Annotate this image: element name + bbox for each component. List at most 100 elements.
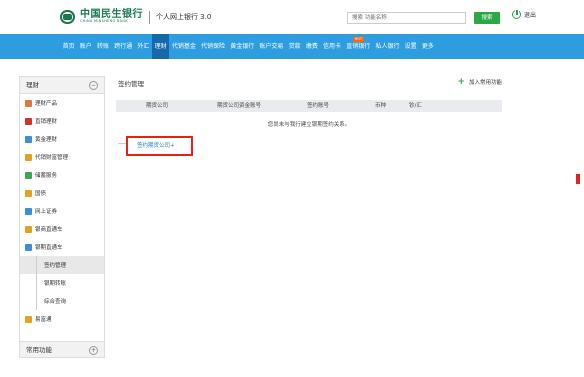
sidebar-item[interactable]: 银商直通车: [20, 220, 104, 238]
favorites-label: 常用功能: [26, 346, 52, 354]
sidebar-item-label: 银商直通车: [35, 227, 63, 233]
nav-item[interactable]: 首页: [60, 34, 77, 59]
logo-divider: [149, 10, 150, 24]
nav-item-label: 理财: [154, 43, 167, 50]
sidebar-footer[interactable]: 常用功能 +: [20, 341, 104, 357]
nav-item[interactable]: 账户交易: [257, 34, 286, 59]
column-header: 签约账号: [307, 103, 330, 109]
nav-item[interactable]: 私人银行: [373, 34, 402, 59]
book-icon: [25, 171, 32, 179]
nav-item-label: 账户: [79, 43, 92, 50]
sidebar-item-label: 易富通: [35, 317, 52, 323]
nav-item[interactable]: 代销保险: [198, 34, 227, 59]
logo-mark-icon: [58, 10, 77, 24]
nav-item[interactable]: 设置: [402, 34, 419, 59]
bar-chart-icon: [25, 135, 32, 143]
collapse-icon[interactable]: −: [89, 81, 98, 90]
column-header: 币种: [375, 103, 387, 109]
red-marker: [576, 174, 580, 184]
nav-item[interactable]: 更多: [419, 34, 436, 59]
column-header: 期货公司资金账号: [217, 103, 262, 109]
nav-item[interactable]: 理财: [152, 34, 170, 59]
plus-icon: +: [457, 77, 465, 87]
logout-button[interactable]: 退出: [512, 8, 537, 19]
sidebar-item[interactable]: 直销理财: [20, 112, 104, 130]
sidebar-item[interactable]: 国债: [20, 184, 104, 202]
section-title: 签约管理: [118, 80, 144, 88]
nav-item[interactable]: 外汇: [135, 34, 152, 59]
sidebar-header[interactable]: 理财 −: [20, 77, 104, 94]
nav-item-label: 私人银行: [375, 43, 400, 50]
nav-item-label: 代销保险: [201, 43, 226, 50]
sidebar-item-label: 直销理财: [35, 119, 58, 125]
table-header: 期货公司 期货公司资金账号 签约账号 币种 钞/汇: [116, 100, 502, 112]
nav-item[interactable]: 直销银行 HOT: [344, 34, 373, 59]
sidebar-subitem[interactable]: 银期转账: [20, 274, 104, 292]
nav-item-label: 首页: [62, 43, 75, 50]
nav-item-label: 信用卡: [323, 43, 342, 50]
sidebar-item[interactable]: 储蓄服务: [20, 166, 104, 184]
nav-item[interactable]: 代销基金: [169, 34, 198, 59]
money-icon: [25, 315, 32, 323]
sidebar-item-label: 网上证券: [35, 209, 58, 215]
search-button[interactable]: 搜索: [474, 12, 500, 24]
nav-item[interactable]: 缴费: [303, 34, 320, 59]
nav-item-label: 跨行通: [114, 43, 133, 50]
sidebar-subitem-label: 签约管理: [44, 263, 67, 269]
sidebar-item-label: 储蓄服务: [35, 173, 58, 179]
column-header: 钞/汇: [409, 103, 422, 109]
nav-item-label: 设置: [404, 43, 417, 50]
sidebar-item-label: 银期直通车: [35, 245, 63, 251]
sidebar-item[interactable]: 银期直通车: [20, 238, 104, 256]
nav-item-label: 外汇: [137, 43, 150, 50]
car-icon: [25, 225, 32, 233]
search-input[interactable]: 搜索 功能名称: [347, 12, 466, 24]
expand-icon[interactable]: +: [89, 346, 98, 355]
coins-icon: [25, 153, 32, 161]
divider: [118, 143, 126, 144]
sidebar-item[interactable]: 黄金理财: [20, 130, 104, 148]
main-content: 签约管理 + 加入常用功能 期货公司 期货公司资金账号 签约账号 币种 钞/汇 …: [112, 76, 506, 358]
nav-item-label: 直销银行: [346, 43, 371, 50]
page-title: 个人网上银行 3.0: [156, 13, 212, 21]
nav-item[interactable]: 跨行通: [112, 34, 135, 59]
hot-badge: HOT: [352, 37, 365, 42]
sidebar-item-label: 黄金理财: [35, 137, 58, 143]
nav-item-label: 黄金银行: [230, 43, 255, 50]
sidebar-subitem[interactable]: 综合查询: [20, 292, 104, 310]
add-favorite-label: 加入常用功能: [468, 80, 502, 86]
nav-item-label: 转账: [97, 43, 110, 50]
logout-label: 退出: [524, 12, 537, 19]
sidebar-item[interactable]: 网上证券: [20, 202, 104, 220]
securities-icon: [25, 207, 32, 215]
nav-item-label: 贷款: [288, 43, 301, 50]
nav-item[interactable]: 转账: [94, 34, 111, 59]
sign-futures-company-button[interactable]: 签约期货公司+: [126, 136, 193, 156]
nav-item[interactable]: 贷款: [286, 34, 303, 59]
sidebar-item[interactable]: 易富通: [20, 310, 104, 328]
car-icon: [25, 243, 32, 251]
nav-item[interactable]: 黄金银行: [228, 34, 257, 59]
nav-item-label: 账户交易: [259, 43, 284, 50]
nav-item[interactable]: 账户: [77, 34, 94, 59]
sidebar-subitem[interactable]: 签约管理: [20, 256, 104, 274]
nav-item-label: 缴费: [305, 43, 318, 50]
sidebar-subitem-label: 银期转账: [44, 281, 67, 287]
main-nav: 首页 账户 转账 跨行通 外汇 理财 代销基金 代销保险 黄金银行 账户交易 贷款 缴费 信用卡 直销银行…: [0, 34, 584, 59]
sidebar-subitem-label: 综合查询: [44, 299, 67, 305]
sidebar-item[interactable]: 代销财富管理: [20, 148, 104, 166]
sidebar-item-label: 国债: [35, 191, 47, 197]
bank-logo[interactable]: 中国民生银行 CHINA MINSHENG BANK 个人网上银行 3.0: [58, 10, 211, 24]
sidebar-item-label: 代销财富管理: [35, 155, 69, 161]
nav-item-label: 代销基金: [171, 43, 196, 50]
nav-item[interactable]: 信用卡: [320, 34, 343, 59]
empty-notice: 您尚未与我行建立银期签约关系。: [267, 122, 351, 128]
gift-icon: [25, 117, 32, 125]
sidebar-item[interactable]: 理财产品: [20, 94, 104, 112]
add-favorite-button[interactable]: + 加入常用功能: [457, 77, 502, 87]
chart-icon: [25, 99, 32, 107]
sidebar-item-label: 理财产品: [35, 101, 58, 107]
column-header: 期货公司: [146, 103, 169, 109]
bond-icon: [25, 189, 32, 197]
power-icon: [512, 8, 521, 19]
